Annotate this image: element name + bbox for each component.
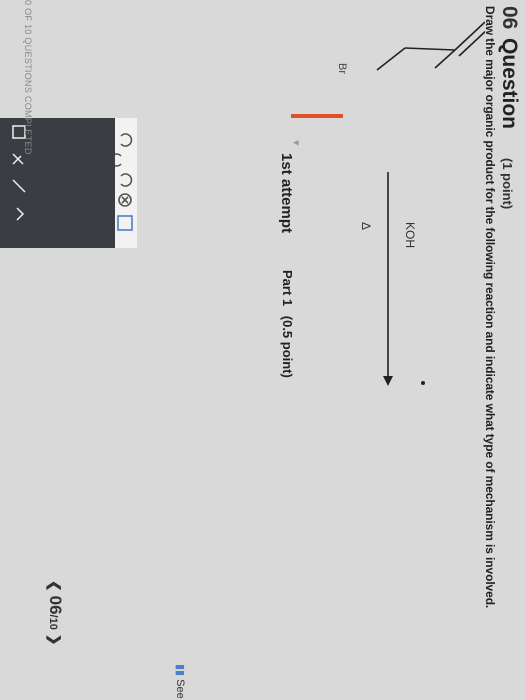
attempt-heading: 1st attempt bbox=[278, 153, 295, 234]
undo-icon[interactable] bbox=[120, 133, 133, 147]
question-points: (1 point) bbox=[500, 158, 515, 210]
part-label: Part 1 bbox=[280, 270, 295, 307]
question-pager: ❮ 06/10 ❯ bbox=[45, 580, 65, 645]
product-placeholder-dot bbox=[421, 381, 425, 385]
pager-total: /10 bbox=[47, 614, 59, 630]
question-page: 06 Question (1 point) Draw the major org… bbox=[0, 0, 525, 700]
see-link[interactable]: ▮▮ See bbox=[174, 664, 187, 699]
bar-chart-icon: ▮▮ bbox=[174, 664, 186, 677]
screen-viewport: 06 Question (1 point) Draw the major org… bbox=[0, 0, 525, 700]
question-title: Question bbox=[498, 38, 521, 130]
pager-prev-icon[interactable]: ❮ bbox=[47, 580, 63, 592]
eraser-icon[interactable] bbox=[12, 153, 24, 165]
toolbar-top-icons bbox=[115, 133, 133, 231]
branch-bond bbox=[434, 49, 456, 69]
bromine-label: Br bbox=[336, 63, 348, 74]
ring-icon[interactable] bbox=[16, 207, 25, 221]
redo-icon[interactable] bbox=[115, 153, 122, 167]
see-label: See bbox=[174, 679, 186, 699]
part-heading: Part 1 (0.5 point) bbox=[280, 270, 295, 378]
part-points: (0.5 point) bbox=[280, 315, 295, 378]
condition-label: Δ bbox=[359, 222, 373, 231]
reagent-label: KOH bbox=[403, 222, 417, 249]
pager-current: 06 bbox=[46, 595, 65, 615]
question-number: 06 bbox=[498, 6, 521, 30]
chevron-down-icon[interactable]: ▾ bbox=[290, 140, 303, 146]
pager-next-icon[interactable]: ❯ bbox=[47, 634, 63, 646]
chain-bond-1 bbox=[404, 47, 456, 51]
chain-bond-2 bbox=[376, 47, 406, 71]
drawing-toolbar bbox=[0, 118, 137, 248]
toolbar-side-icons bbox=[12, 125, 26, 221]
reaction-arrow bbox=[383, 172, 393, 386]
question-prompt: Draw the major organic product for the f… bbox=[483, 6, 497, 609]
progress-text: 0 OF 10 QUESTIONS COMPLETED bbox=[23, 0, 33, 155]
bond-icon[interactable] bbox=[12, 179, 26, 193]
reactant-structure bbox=[376, 21, 485, 71]
refresh-icon[interactable] bbox=[120, 173, 133, 187]
grid-icon[interactable] bbox=[117, 215, 133, 231]
attempt-accent-bar bbox=[291, 114, 343, 118]
